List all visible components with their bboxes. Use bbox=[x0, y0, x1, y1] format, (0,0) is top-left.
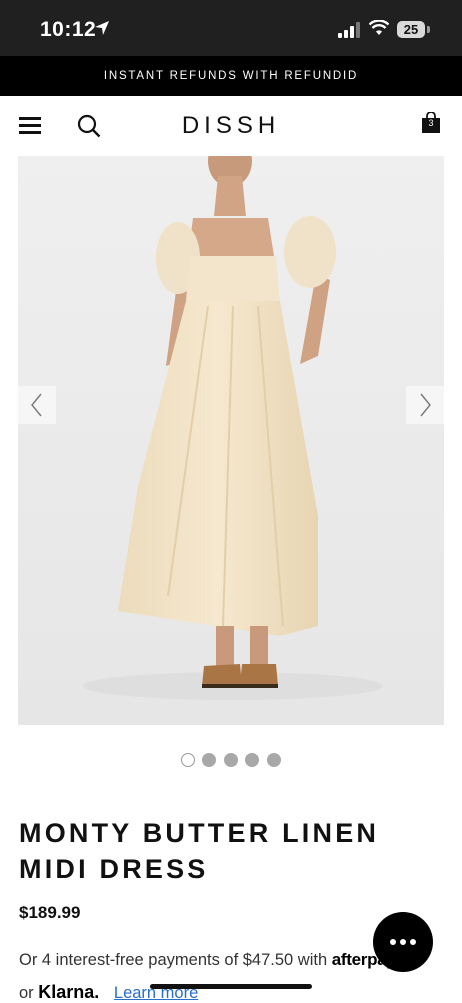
announcement-bar[interactable]: INSTANT REFUNDS WITH REFUNDID bbox=[0, 56, 462, 96]
chat-button[interactable] bbox=[373, 912, 433, 972]
wifi-icon bbox=[369, 20, 389, 35]
chevron-right-icon bbox=[420, 393, 431, 417]
home-indicator bbox=[150, 984, 312, 989]
klarna-logo: Klarna. bbox=[38, 982, 100, 1002]
carousel-dot[interactable] bbox=[267, 753, 281, 767]
carousel-next-button[interactable] bbox=[406, 386, 444, 424]
chat-dot bbox=[410, 939, 416, 945]
battery-tip bbox=[427, 26, 430, 33]
product-price: $189.99 bbox=[19, 903, 81, 922]
carousel-dot[interactable] bbox=[202, 753, 216, 767]
site-header: DISSH 3 bbox=[0, 96, 462, 156]
chat-dot bbox=[390, 939, 396, 945]
klarna-prefix: or bbox=[19, 984, 34, 1002]
location-arrow-icon bbox=[95, 21, 109, 35]
carousel-dot[interactable] bbox=[245, 753, 259, 767]
bag-count-badge: 3 bbox=[428, 118, 434, 128]
afterpay-text: Or 4 interest-free payments of $47.50 wi… bbox=[19, 951, 328, 969]
carousel-dot[interactable] bbox=[181, 753, 195, 767]
dress-model-illustration bbox=[18, 156, 444, 725]
status-time: 10:12 bbox=[40, 18, 97, 41]
shopping-bag-icon[interactable]: 3 bbox=[421, 111, 441, 134]
afterpay-line: Or 4 interest-free payments of $47.50 wi… bbox=[19, 950, 396, 970]
product-image[interactable] bbox=[18, 156, 444, 725]
site-logo[interactable]: DISSH bbox=[0, 112, 462, 140]
chevron-left-icon bbox=[31, 393, 42, 417]
cellular-signal-icon bbox=[338, 22, 362, 38]
battery-indicator: 25 bbox=[397, 21, 425, 38]
carousel-dot[interactable] bbox=[224, 753, 238, 767]
chat-dot bbox=[400, 939, 406, 945]
product-title: MONTY BUTTER LINEN MIDI DRESS bbox=[19, 818, 380, 884]
carousel-prev-button[interactable] bbox=[18, 386, 56, 424]
status-bar: 10:12 25 bbox=[0, 0, 462, 56]
